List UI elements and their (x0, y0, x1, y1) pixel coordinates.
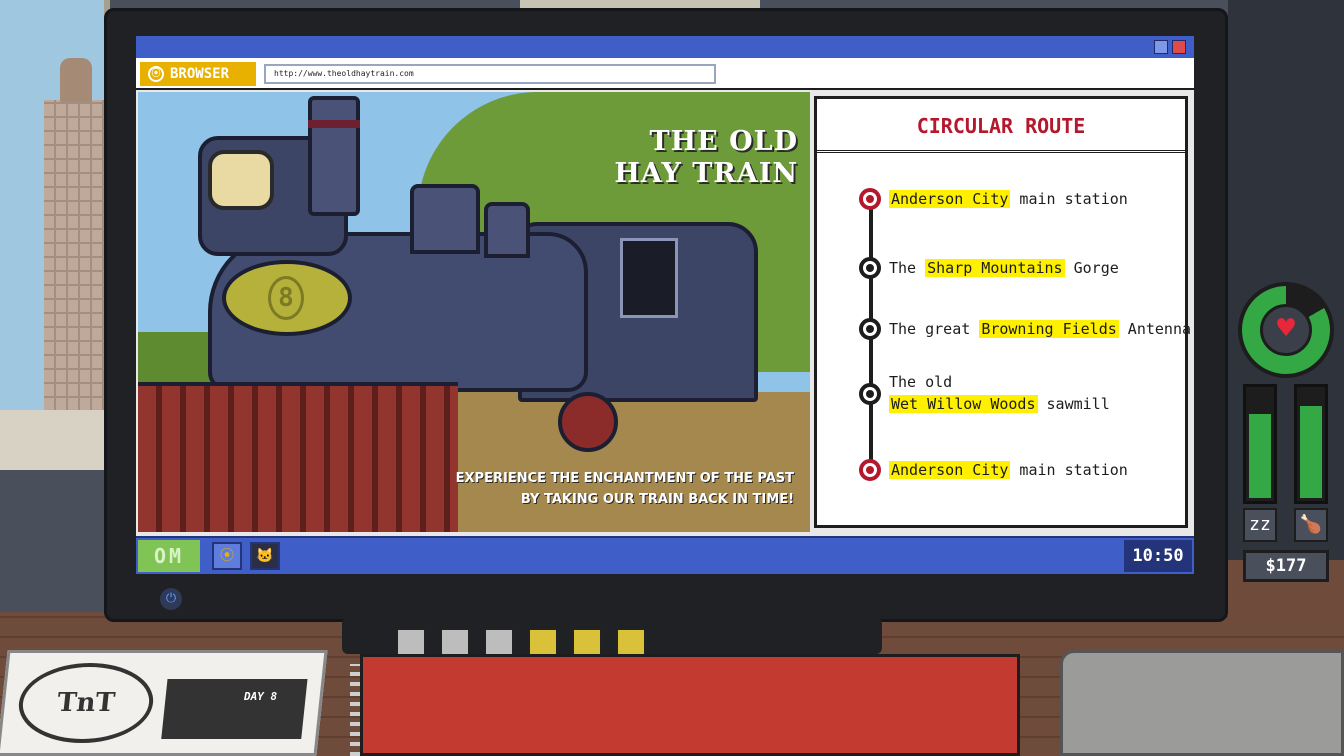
city-building (44, 100, 104, 410)
sleep-meter-fill (1249, 414, 1271, 498)
sand-dome (484, 202, 530, 258)
food-meter (1294, 384, 1328, 504)
route-stop: Anderson City main station (889, 459, 1128, 481)
stop-highlight[interactable]: Sharp Mountains (925, 259, 1065, 277)
window-sill (0, 410, 110, 470)
notebook[interactable] (360, 654, 1020, 756)
stop-suffix: Gorge (1064, 259, 1119, 277)
heart-icon: ♥ (1260, 304, 1312, 356)
browser-brand-label: BROWSER (170, 66, 230, 82)
hero-banner: 8 THE OLD HAY TRAIN EXPERIENCE THE ENCHA… (138, 92, 810, 532)
stop-prefix: The old (889, 373, 953, 391)
computer-screen: ⦿ BROWSER http://www.theoldhaytrain.com … (136, 36, 1194, 574)
newspaper-logo: TnT (14, 663, 158, 743)
route-card: CIRCULAR ROUTE Anderson City main statio… (814, 96, 1191, 528)
game-scene: ⏻ ⦿ BROWSER http://www.theoldhaytrain.co… (0, 0, 1344, 756)
train-wheel (558, 392, 618, 452)
stop-highlight[interactable]: Browning Fields (979, 320, 1119, 338)
route-stop: The great Browning Fields Antenna (889, 318, 1191, 340)
front-plate-number: 8 (268, 276, 304, 320)
money-counter: $177 (1243, 550, 1329, 582)
stop-prefix: The (889, 259, 926, 277)
sleep-meter (1243, 384, 1277, 504)
hero-title: THE OLD HAY TRAIN (614, 126, 798, 190)
route-stop-marker (859, 383, 881, 405)
browser-app-icon[interactable]: ⦿ (212, 542, 242, 570)
taskbar: OM ⦿ 🐱 10:50 (136, 536, 1194, 574)
cowcatcher (138, 382, 458, 532)
telephone[interactable] (1060, 650, 1344, 756)
cat-app-icon[interactable]: 🐱 (250, 542, 280, 570)
route-stop: The Sharp Mountains Gorge (889, 257, 1119, 279)
url-field[interactable]: http://www.theoldhaytrain.com (264, 64, 716, 84)
route-stop-marker (859, 188, 881, 210)
minimize-button[interactable] (1154, 40, 1168, 54)
room-window (0, 0, 110, 470)
stop-suffix: Antenna (1118, 320, 1192, 338)
route-title: CIRCULAR ROUTE (817, 99, 1185, 153)
route-stop: Anderson City main station (889, 188, 1128, 210)
newspaper-band (161, 679, 308, 739)
route-stop-marker (859, 459, 881, 481)
browser-brand[interactable]: ⦿ BROWSER (140, 62, 256, 86)
hero-tagline: EXPERIENCE THE ENCHANTMENT OF THE PAST B… (456, 468, 794, 510)
route-stop-marker (859, 318, 881, 340)
stop-highlight[interactable]: Wet Willow Woods (889, 395, 1038, 413)
browser-toolbar: ⦿ BROWSER http://www.theoldhaytrain.com (136, 58, 1194, 90)
smokestack (308, 96, 360, 216)
hero-title-line1: THE OLD (649, 126, 798, 157)
browser-logo-icon: ⦿ (148, 66, 164, 82)
close-button[interactable] (1172, 40, 1186, 54)
hero-tagline-line1: EXPERIENCE THE ENCHANTMENT OF THE PAST (455, 471, 794, 486)
newspaper-day: DAY 8 (244, 690, 278, 703)
water-tower (60, 58, 92, 102)
newspaper[interactable]: TnT (0, 650, 328, 756)
zz-sleep-icon: zz (1243, 508, 1277, 542)
health-ring: ♥ (1238, 282, 1334, 378)
stop-suffix: sawmill (1037, 395, 1110, 413)
route-stop-marker (859, 257, 881, 279)
steam-dome (410, 184, 480, 254)
smokestack-band (308, 120, 360, 128)
route-stop: The old Wet Willow Woods sawmill (889, 371, 1110, 415)
stop-highlight[interactable]: Anderson City (889, 190, 1011, 208)
stop-suffix: main station (1010, 461, 1128, 479)
stop-highlight[interactable]: Anderson City (889, 461, 1011, 479)
carriage-window (620, 238, 678, 318)
train-headlamp (208, 150, 274, 210)
hero-tagline-line2: BY TAKING OUR TRAIN BACK IN TIME! (520, 492, 794, 507)
stop-suffix: main station (1010, 190, 1128, 208)
food-meter-fill (1300, 406, 1322, 498)
power-button[interactable]: ⏻ (160, 588, 182, 610)
hero-title-line2: HAY TRAIN (614, 158, 798, 189)
os-start-button[interactable]: OM (138, 540, 200, 572)
stop-prefix: The great (889, 320, 980, 338)
clock: 10:50 (1124, 540, 1192, 572)
drumstick-icon: 🍗 (1294, 508, 1328, 542)
window-titlebar[interactable] (136, 36, 1194, 58)
